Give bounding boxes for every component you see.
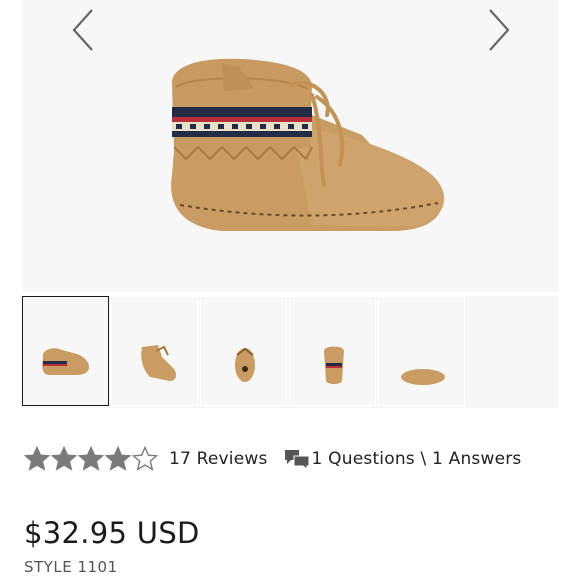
thumbnail-image [401, 369, 445, 385]
thumbnail-image [235, 347, 255, 382]
questions-answers-label: 1 Questions \ 1 Answers [311, 449, 522, 469]
chat-bubbles-icon [284, 450, 310, 470]
thumbnail-image [324, 346, 344, 384]
product-main-image [171, 58, 445, 231]
thumbnail-top-view[interactable] [200, 296, 287, 406]
star-filled-icon [51, 446, 77, 471]
star-rating [24, 446, 159, 472]
thumbnail-back-view[interactable] [289, 296, 376, 406]
thumbnail-angled-view[interactable] [111, 296, 198, 406]
chevron-left-icon[interactable] [66, 6, 102, 54]
product-price: $32.95 USD [24, 516, 200, 550]
thumbnail-image [42, 348, 89, 375]
star-empty-icon [132, 446, 158, 471]
thumbnail-sole-view[interactable] [378, 296, 465, 406]
star-filled-icon [24, 446, 50, 471]
thumbnail-strip [22, 296, 558, 408]
product-image-gallery [22, 0, 558, 292]
chevron-right-icon[interactable] [480, 6, 516, 54]
thumbnail-side-view[interactable] [22, 296, 109, 406]
questions-link[interactable]: 1 Questions \ 1 Answers [284, 448, 522, 470]
rating-row: 17 Reviews 1 Questions \ 1 Answers [24, 444, 521, 474]
thumbnail-image [141, 345, 177, 381]
star-filled-icon [78, 446, 104, 471]
star-filled-icon [105, 446, 131, 471]
reviews-link[interactable]: 17 Reviews [169, 449, 268, 469]
product-style-number: STYLE 1101 [24, 558, 118, 576]
